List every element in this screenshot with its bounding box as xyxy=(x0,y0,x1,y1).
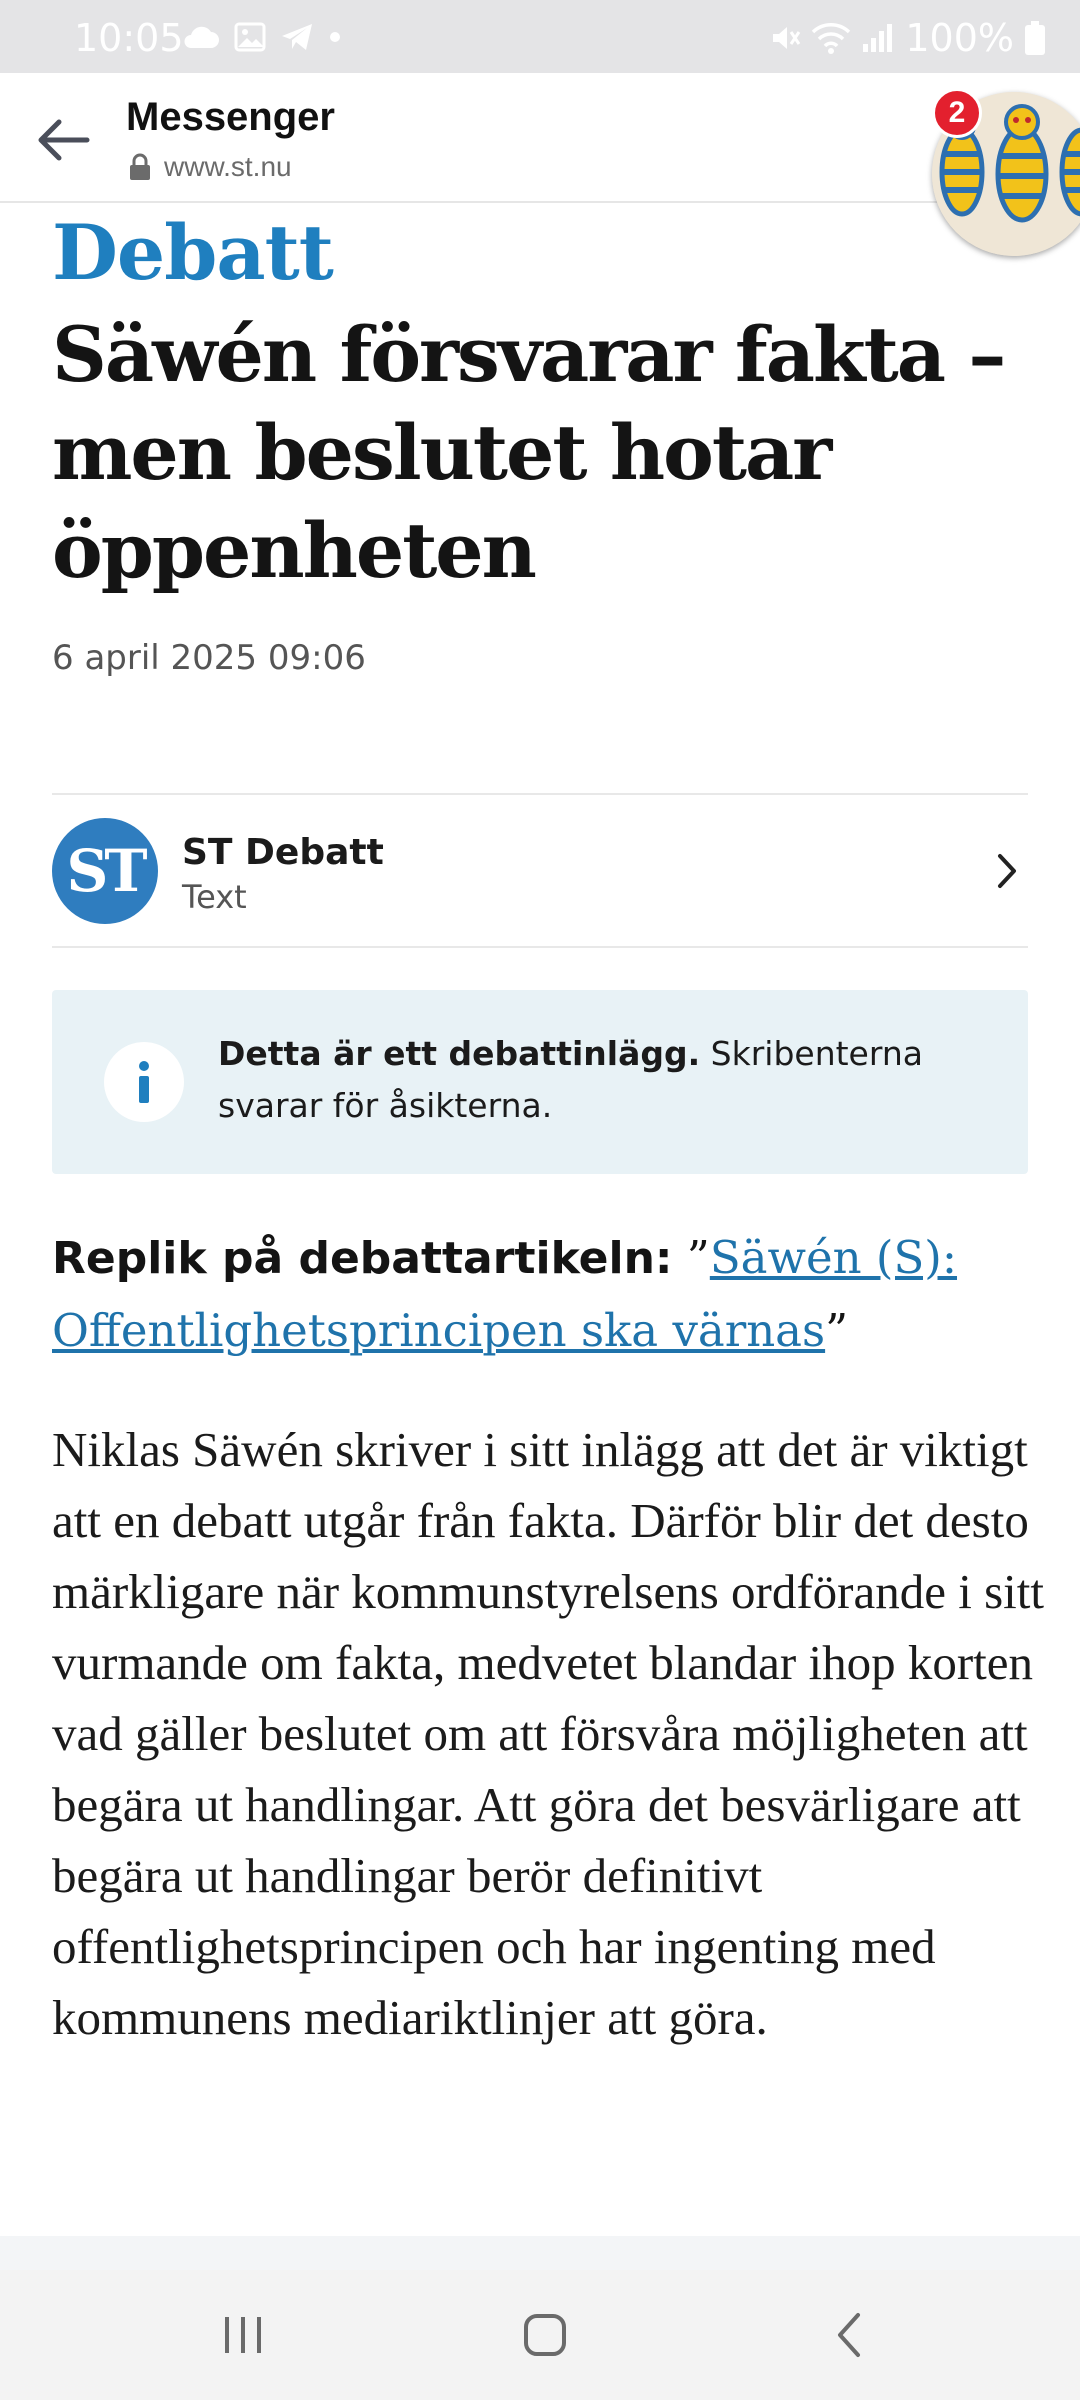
system-icons: 100% xyxy=(769,16,1046,60)
author-row[interactable]: ST ST Debatt Text xyxy=(52,818,1028,924)
reply-line: Replik på debattartikeln: ”Säwén (S): Of… xyxy=(52,1222,1042,1367)
image-icon xyxy=(234,22,266,52)
notification-icons xyxy=(182,22,342,52)
wifi-icon xyxy=(812,23,851,54)
battery-percent: 100% xyxy=(905,16,1014,60)
lock-icon xyxy=(130,153,150,180)
battery-icon xyxy=(1025,21,1045,55)
arrow-left-icon xyxy=(38,119,90,161)
back-button[interactable] xyxy=(30,107,96,173)
back-icon xyxy=(838,2313,860,2357)
content-edge xyxy=(0,2236,1080,2270)
recent-apps-button[interactable] xyxy=(198,2300,288,2370)
article-headline: Säwén försvarar fakta – men beslutet hot… xyxy=(52,310,1006,595)
author-role: Text xyxy=(182,878,247,916)
author-name: ST Debatt xyxy=(182,832,384,873)
article-date: 6 april 2025 09:06 xyxy=(52,638,366,678)
browser-top-bar: Messenger www.st.nu xyxy=(0,73,1080,203)
nav-back-button[interactable] xyxy=(804,2300,894,2370)
page-title: Messenger xyxy=(126,95,335,139)
divider xyxy=(52,793,1028,795)
open-quote: ” xyxy=(672,1231,710,1284)
close-quote: ” xyxy=(825,1304,849,1357)
divider xyxy=(52,946,1028,948)
status-bar: 10:05 100% xyxy=(0,0,1080,73)
article-kicker[interactable]: Debatt xyxy=(52,208,334,297)
chevron-right-icon xyxy=(998,854,1016,888)
home-icon xyxy=(524,2314,566,2356)
notification-badge: 2 xyxy=(932,88,982,138)
recent-apps-icon xyxy=(225,2317,261,2353)
cloud-icon xyxy=(184,26,219,48)
mute-icon xyxy=(773,27,801,49)
info-icon xyxy=(104,1042,184,1122)
dot-icon xyxy=(330,32,340,42)
author-logo: ST xyxy=(52,818,158,924)
telegram-icon xyxy=(282,24,312,50)
article-body: Niklas Säwén skriver i sitt inlägg att d… xyxy=(52,1422,1044,2045)
signal-icon xyxy=(863,24,893,52)
info-box: Detta är ett debattinlägg. Skribenterna … xyxy=(52,990,1028,1174)
system-nav-bar xyxy=(0,2270,1080,2400)
home-button[interactable] xyxy=(500,2300,590,2370)
info-bold: Detta är ett debattinlägg. xyxy=(218,1034,701,1073)
status-time: 10:05 xyxy=(74,16,184,60)
reply-lead: Replik på debattartikeln: xyxy=(52,1233,673,1284)
url-text: www.st.nu xyxy=(164,151,292,182)
info-text: Detta är ett debattinlägg. Skribenterna … xyxy=(218,1028,998,1132)
